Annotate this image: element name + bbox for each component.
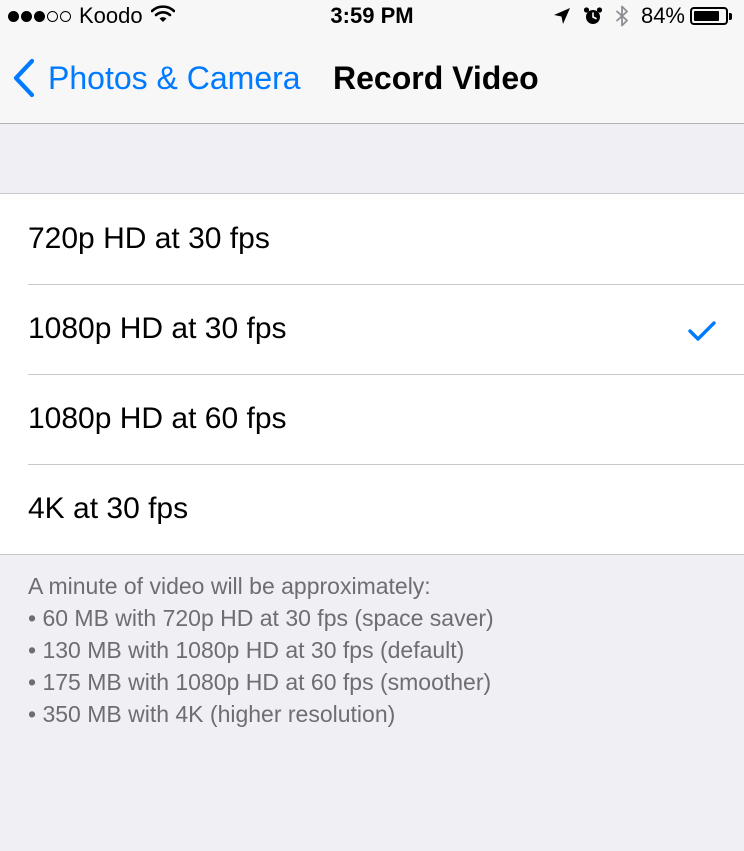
alarm-icon [583,6,603,26]
footer-line: • 60 MB with 720p HD at 30 fps (space sa… [28,605,494,631]
option-1080p-30fps[interactable]: 1080p HD at 30 fps [0,284,744,374]
status-right: 84% [541,3,732,29]
battery-percentage: 84% [640,3,685,28]
location-arrow-icon [553,7,571,25]
video-format-list: 720p HD at 30 fps 1080p HD at 30 fps 108… [0,193,744,555]
battery-body [690,7,728,25]
back-button[interactable]: Photos & Camera [12,57,301,99]
checkmark-icon [688,316,716,350]
back-button-label: Photos & Camera [48,59,301,96]
battery-fill [694,11,720,21]
chevron-left-icon [13,58,35,98]
option-4k-30fps[interactable]: 4K at 30 fps [0,464,744,554]
footer-line: • 175 MB with 1080p HD at 60 fps (smooth… [28,669,492,695]
page-title: Record Video [333,59,539,96]
footer-description: A minute of video will be approximately:… [28,570,718,730]
footer-intro: A minute of video will be approximately: [28,573,431,599]
footer-line: • 130 MB with 1080p HD at 30 fps (defaul… [28,637,465,663]
option-1080p-60fps[interactable]: 1080p HD at 60 fps [0,374,744,464]
battery-icon [690,7,732,25]
option-720p-30fps[interactable]: 720p HD at 30 fps [0,194,744,284]
battery-tip [729,12,732,20]
status-bar: Koodo 3:59 PM 84% [0,0,744,33]
bluetooth-icon [615,5,629,27]
navigation-bar: Photos & Camera Record Video [0,33,744,124]
option-label: 1080p HD at 60 fps [28,402,287,435]
option-label: 4K at 30 fps [28,492,189,525]
option-label: 1080p HD at 30 fps [28,312,287,345]
option-label: 720p HD at 30 fps [28,222,270,255]
footer-line: • 350 MB with 4K (higher resolution) [28,701,396,727]
